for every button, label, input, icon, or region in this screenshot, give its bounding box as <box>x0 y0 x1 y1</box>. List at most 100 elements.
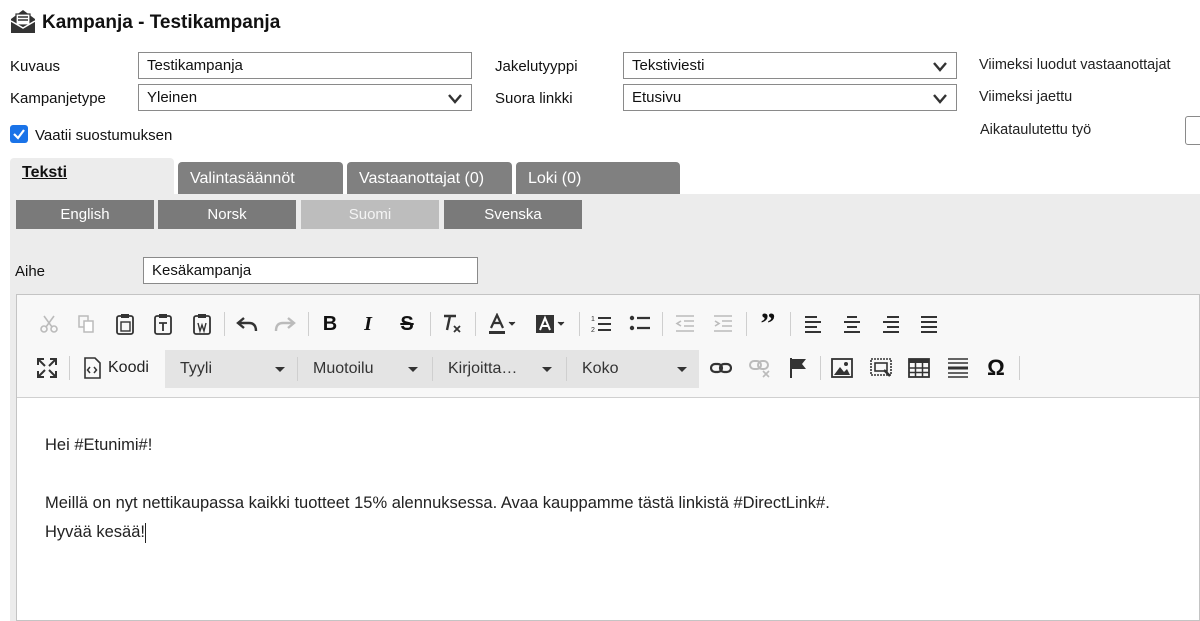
toolbar-separator <box>1019 356 1020 380</box>
chevron-down-icon <box>448 94 462 104</box>
strikethrough-icon[interactable]: S <box>394 311 420 337</box>
size-combo-label: Koko <box>582 360 619 377</box>
font-combo[interactable]: Kirjoitta… <box>433 350 566 388</box>
scheduled-job-field[interactable] <box>1185 116 1200 145</box>
tab-teksti[interactable]: Teksti <box>10 158 174 194</box>
kuvaus-label: Kuvaus <box>10 58 61 75</box>
align-justify-icon[interactable] <box>916 311 942 337</box>
format-combo-strip: Tyyli Muotoilu Kirjoitta… Koko <box>165 350 699 388</box>
align-left-icon[interactable] <box>800 311 826 337</box>
lang-svenska-button[interactable]: Svenska <box>444 200 582 229</box>
cut-icon[interactable] <box>36 311 62 337</box>
text-color-icon[interactable] <box>485 311 523 337</box>
align-right-icon[interactable] <box>878 311 904 337</box>
caret-down-icon <box>677 367 687 372</box>
remove-format-icon[interactable] <box>439 311 465 337</box>
lang-english-button[interactable]: English <box>16 200 154 229</box>
media-embed-icon[interactable] <box>868 355 894 381</box>
content-line-text: Hyvää kesää! <box>45 523 145 541</box>
blockquote-icon[interactable]: ” <box>755 307 781 340</box>
kampanjetype-select[interactable]: Yleinen <box>138 84 472 111</box>
format-combo-label: Muotoilu <box>313 360 374 377</box>
toolbar-separator <box>69 356 70 380</box>
anchor-flag-icon[interactable] <box>785 355 811 381</box>
source-code-icon[interactable] <box>79 355 105 381</box>
unlink-icon[interactable] <box>747 355 773 381</box>
last-recipients-label: Viimeksi luodut vastaanottajat <box>979 57 1171 73</box>
jakelutyyppi-select[interactable]: Tekstiviesti <box>623 52 957 79</box>
editor-toolbar: B I S 12 ” Koodi Tyyli Muotoilu Kirjoitt… <box>17 295 1199 398</box>
background-color-icon[interactable] <box>532 311 570 337</box>
kuvaus-input[interactable]: Testikampanja <box>138 52 472 79</box>
copy-icon[interactable] <box>73 311 99 337</box>
source-code-label[interactable]: Koodi <box>108 359 149 377</box>
align-center-icon[interactable] <box>839 311 865 337</box>
kampanjetype-label: Kampanjetype <box>10 90 106 107</box>
font-combo-label: Kirjoitta… <box>448 360 518 377</box>
suora-linkki-value: Etusivu <box>632 89 682 106</box>
paste-text-icon[interactable] <box>150 311 176 337</box>
redo-icon[interactable] <box>272 311 298 337</box>
toolbar-separator <box>820 356 821 380</box>
tab-teksti-label: Teksti <box>22 164 68 181</box>
format-combo[interactable]: Muotoilu <box>298 350 431 388</box>
paste-icon[interactable] <box>112 311 138 337</box>
subject-label: Aihe <box>15 263 46 280</box>
table-icon[interactable] <box>906 355 932 381</box>
outdent-icon[interactable] <box>672 311 698 337</box>
toolbar-separator <box>430 312 431 336</box>
content-line: Hei #Etunimi#! <box>45 436 153 454</box>
lang-suomi-button[interactable]: Suomi <box>301 200 439 229</box>
content-line: Meillä on nyt nettikaupassa kaikki tuott… <box>45 494 830 512</box>
caret-down-icon <box>542 367 552 372</box>
page-title: Kampanja - Testikampanja <box>42 12 281 33</box>
toolbar-separator <box>224 312 225 336</box>
toolbar-separator <box>579 312 580 336</box>
scheduled-job-label: Aikataulutettu työ <box>980 122 1092 138</box>
chevron-down-icon <box>933 62 947 72</box>
tab-bar: Teksti Valintasäännöt Vastaanottajat (0)… <box>10 158 1200 194</box>
last-sent-label: Viimeksi jaettu <box>979 89 1073 105</box>
checkmark-icon <box>13 129 25 140</box>
svg-text:1: 1 <box>591 316 595 323</box>
campaign-envelope-icon <box>10 10 36 33</box>
size-combo[interactable]: Koko <box>567 350 699 388</box>
tab-valintasaannot[interactable]: Valintasäännöt <box>178 162 343 194</box>
jakelutyyppi-label: Jakelutyyppi <box>495 58 578 75</box>
rich-text-editor[interactable]: B I S 12 ” Koodi Tyyli Muotoilu Kirjoitt… <box>16 294 1200 621</box>
maximize-icon[interactable] <box>34 355 60 381</box>
special-character-icon[interactable]: Ω <box>983 355 1009 381</box>
toolbar-separator <box>746 312 747 336</box>
caret-down-icon <box>408 367 418 372</box>
numbered-list-icon[interactable]: 12 <box>588 311 614 337</box>
kampanjetype-value: Yleinen <box>147 89 198 106</box>
tab-loki[interactable]: Loki (0) <box>516 162 680 194</box>
style-combo-label: Tyyli <box>180 360 212 377</box>
subject-input[interactable]: Kesäkampanja <box>143 257 478 284</box>
image-icon[interactable] <box>829 355 855 381</box>
tab-vastaanottajat[interactable]: Vastaanottajat (0) <box>347 162 512 194</box>
svg-text:2: 2 <box>591 327 595 334</box>
lang-norsk-button[interactable]: Norsk <box>158 200 296 229</box>
undo-icon[interactable] <box>234 311 260 337</box>
suora-linkki-label: Suora linkki <box>495 90 573 107</box>
link-icon[interactable] <box>708 355 734 381</box>
style-combo[interactable]: Tyyli <box>165 350 297 388</box>
consent-label: Vaatii suostumuksen <box>35 127 173 144</box>
horizontal-rule-icon[interactable] <box>945 355 971 381</box>
indent-icon[interactable] <box>710 311 736 337</box>
content-line <box>45 460 830 489</box>
chevron-down-icon <box>933 94 947 104</box>
bulleted-list-icon[interactable] <box>627 311 653 337</box>
suora-linkki-select[interactable]: Etusivu <box>623 84 957 111</box>
editor-content[interactable]: Hei #Etunimi#! Meillä on nyt nettikaupas… <box>45 431 830 547</box>
bold-icon[interactable]: B <box>317 311 343 337</box>
jakelutyyppi-value: Tekstiviesti <box>632 57 705 74</box>
consent-checkbox[interactable] <box>10 125 28 143</box>
italic-icon[interactable]: I <box>355 311 381 337</box>
toolbar-separator <box>475 312 476 336</box>
content-line-last: Hyvää kesää! <box>45 518 830 547</box>
paste-word-icon[interactable] <box>189 311 215 337</box>
caret-down-icon <box>275 367 285 372</box>
toolbar-separator <box>308 312 309 336</box>
